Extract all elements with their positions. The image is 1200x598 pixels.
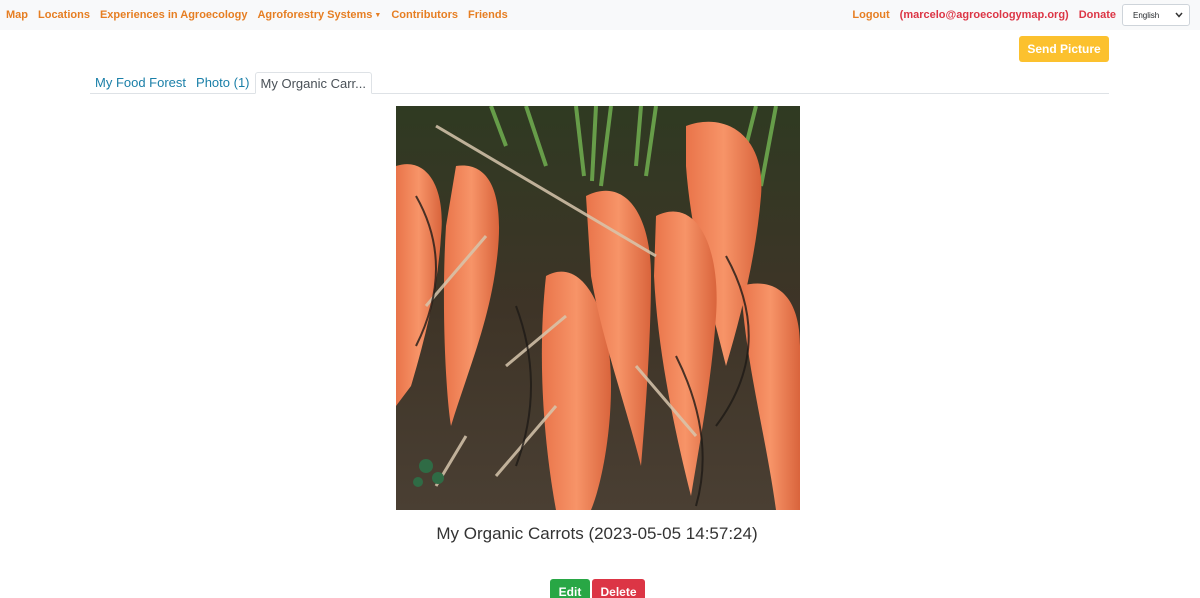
nav-item-contributors[interactable]: Contributors [391, 9, 458, 21]
caret-down-icon: ▼ [374, 12, 382, 19]
tab-my-food-forest[interactable]: My Food Forest [90, 72, 191, 93]
language-select[interactable]: English [1122, 4, 1190, 26]
chevron-down-icon [1175, 11, 1183, 20]
top-navbar: Map Locations Experiences in Agroecology… [0, 0, 1200, 30]
breadcrumb-tabs: My Food Forest Photo (1) My Organic Carr… [90, 72, 1109, 94]
donate-link[interactable]: Donate [1079, 9, 1116, 21]
tab-current-photo[interactable]: My Organic Carr... [254, 72, 372, 94]
edit-button[interactable]: Edit [550, 579, 590, 598]
nav-item-experiences[interactable]: Experiences in Agroecology [100, 9, 248, 21]
nav-item-friends[interactable]: Friends [468, 9, 508, 21]
main-nav: Map Locations Experiences in Agroecology… [0, 9, 518, 21]
photo-caption: My Organic Carrots (2023-05-05 14:57:24) [436, 524, 758, 543]
carrots-image [396, 106, 800, 510]
nav-item-agroforestry-systems[interactable]: Agroforestry Systems ▼ [257, 9, 381, 21]
tab-photo[interactable]: Photo (1) [191, 72, 254, 93]
user-account-link[interactable]: (marcelo@agroecologymap.org) [900, 9, 1069, 21]
language-select-value: English [1133, 10, 1160, 20]
photo-actions: Edit Delete [550, 579, 645, 598]
nav-item-map[interactable]: Map [6, 9, 28, 21]
nav-item-agroforestry-label: Agroforestry Systems [257, 9, 373, 21]
carrots-photo [396, 106, 800, 510]
user-nav: Logout (marcelo@agroecologymap.org) Dona… [852, 0, 1190, 30]
delete-button[interactable]: Delete [592, 579, 645, 598]
logout-link[interactable]: Logout [852, 9, 889, 21]
send-picture-button[interactable]: Send Picture [1019, 36, 1109, 62]
nav-item-locations[interactable]: Locations [38, 9, 90, 21]
